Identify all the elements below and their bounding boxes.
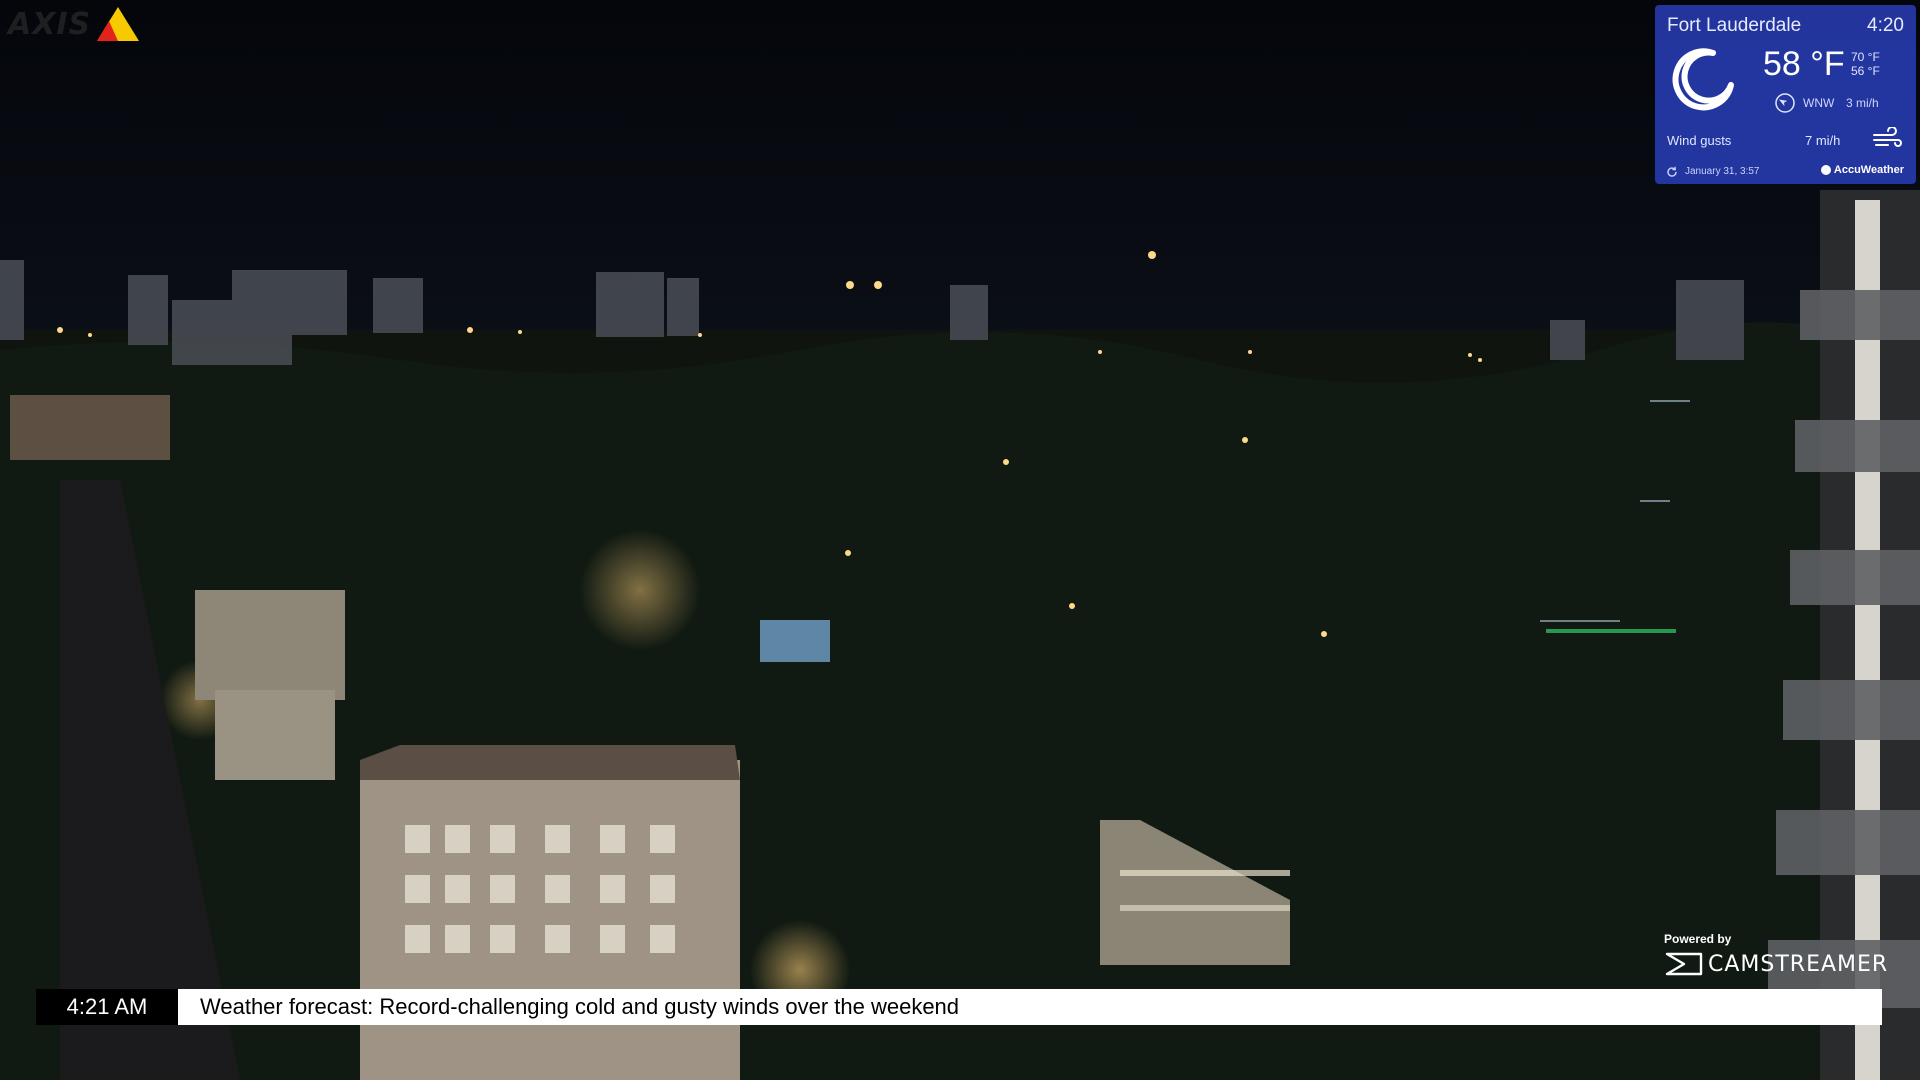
wind-gust-icon — [1873, 127, 1902, 147]
axis-logo: AXIS — [8, 6, 141, 42]
accuweather-logo: AccuWeather — [1820, 164, 1904, 176]
weather-wind-speed: 3 mi/h — [1846, 96, 1879, 110]
ticker-message: Weather forecast: Record-challenging col… — [178, 989, 1882, 1025]
ticker-time: 4:21 AM — [36, 989, 178, 1025]
weather-high: 70 °F — [1851, 50, 1880, 64]
news-ticker: 4:21 AM Weather forecast: Record-challen… — [36, 989, 1882, 1025]
refresh-icon — [1667, 166, 1677, 177]
weather-low: 56 °F — [1851, 64, 1880, 78]
powered-by-badge: Powered by CAMSTREAMER — [1664, 932, 1888, 977]
weather-city: Fort Lauderdale — [1667, 15, 1802, 36]
weather-wind-gusts-value: 7 mi/h — [1805, 133, 1841, 148]
camstreamer-icon — [1665, 952, 1703, 976]
weather-widget: Fort Lauderdale 4:20 58 °F 70 °F 56 °F W… — [1655, 5, 1916, 184]
moon-icon — [1672, 48, 1734, 111]
accuweather-sun-icon — [1820, 165, 1831, 175]
weather-high-low: 70 °F 56 °F — [1851, 50, 1880, 78]
camstreamer-logo: CAMSTREAMER — [1664, 951, 1888, 977]
weather-wind-gusts-label: Wind gusts — [1667, 133, 1732, 148]
axis-triangle-icon — [97, 7, 140, 41]
wind-direction-icon — [1775, 93, 1795, 113]
axis-logo-text: AXIS — [8, 6, 92, 42]
camstreamer-text: CAMSTREAMER — [1708, 951, 1889, 977]
weather-time: 4:20 — [1867, 15, 1904, 36]
weather-wind-direction: WNW — [1803, 96, 1835, 110]
weather-temperature: 58 °F — [1763, 45, 1845, 83]
powered-by-label: Powered by — [1664, 932, 1732, 946]
accuweather-label: AccuWeather — [1833, 164, 1904, 176]
weather-updated-time: January 31, 3:57 — [1685, 166, 1760, 177]
night-cityscape-view — [0, 0, 1920, 1080]
